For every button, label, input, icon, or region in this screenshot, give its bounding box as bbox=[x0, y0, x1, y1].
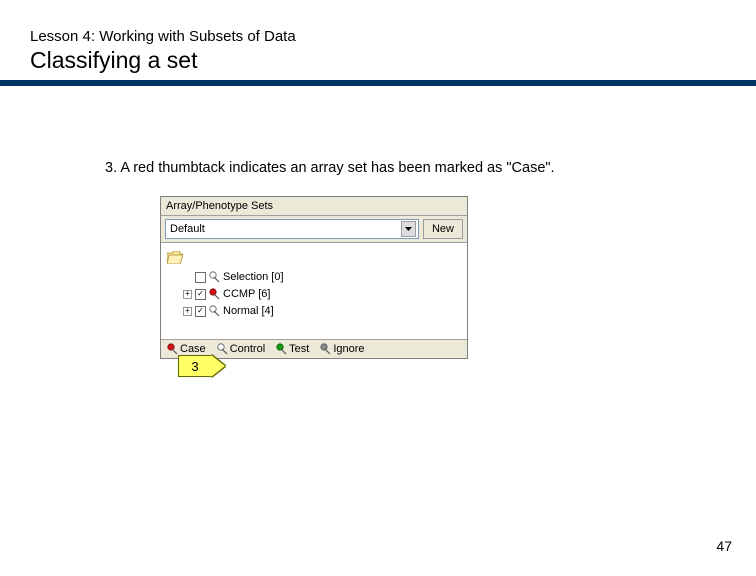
legend-label: Control bbox=[230, 343, 265, 355]
set-dropdown[interactable]: Default bbox=[165, 219, 419, 239]
legend-label: Test bbox=[289, 343, 309, 355]
tree-item[interactable]: Selection [0] bbox=[183, 269, 463, 285]
new-button[interactable]: New bbox=[423, 219, 463, 239]
page-title: Classifying a set bbox=[30, 47, 726, 74]
thumbtack-icon bbox=[217, 343, 228, 355]
tree-item-label: CCMP [6] bbox=[223, 288, 270, 300]
tree-item-label: Normal [4] bbox=[223, 305, 274, 317]
thumbtack-gray-icon bbox=[320, 343, 331, 355]
thumbtack-icon bbox=[209, 271, 220, 283]
expander-blank bbox=[183, 273, 192, 282]
legend-label: Case bbox=[180, 343, 206, 355]
expander-plus-icon[interactable]: + bbox=[183, 307, 192, 316]
header-rule bbox=[0, 80, 756, 86]
chevron-down-icon bbox=[401, 221, 416, 237]
legend-control[interactable]: Control bbox=[217, 343, 265, 355]
checkbox[interactable]: ✓ bbox=[195, 306, 206, 317]
checkbox[interactable]: ✓ bbox=[195, 289, 206, 300]
new-button-label: New bbox=[432, 223, 454, 235]
panel-title: Array/Phenotype Sets bbox=[161, 197, 467, 216]
callout-arrow: 3 bbox=[178, 355, 226, 377]
tree-view[interactable]: Selection [0] + ✓ CCMP [6] + ✓ Normal [4… bbox=[161, 243, 467, 339]
legend-ignore[interactable]: Ignore bbox=[320, 343, 364, 355]
checkbox[interactable] bbox=[195, 272, 206, 283]
thumbtack-green-icon bbox=[276, 343, 287, 355]
folder-open-icon bbox=[167, 251, 183, 264]
expander-plus-icon[interactable]: + bbox=[183, 290, 192, 299]
callout-number: 3 bbox=[178, 355, 212, 377]
page-number: 47 bbox=[716, 538, 732, 554]
thumbtack-red-icon bbox=[167, 343, 178, 355]
panel-container: Array/Phenotype Sets Default New bbox=[160, 196, 468, 359]
arrow-right-icon bbox=[211, 355, 225, 377]
array-phenotype-panel: Array/Phenotype Sets Default New bbox=[160, 196, 468, 359]
tree-root[interactable] bbox=[167, 249, 463, 265]
slide-header: Lesson 4: Working with Subsets of Data C… bbox=[0, 0, 756, 74]
thumbtack-icon bbox=[209, 305, 220, 317]
legend-case[interactable]: Case bbox=[167, 343, 206, 355]
thumbtack-red-icon bbox=[209, 288, 220, 300]
tree-item[interactable]: + ✓ CCMP [6] bbox=[183, 286, 463, 302]
tree-item-label: Selection [0] bbox=[223, 271, 284, 283]
tree-item[interactable]: + ✓ Normal [4] bbox=[183, 303, 463, 319]
dropdown-value: Default bbox=[170, 223, 205, 235]
legend-test[interactable]: Test bbox=[276, 343, 309, 355]
lesson-label: Lesson 4: Working with Subsets of Data bbox=[30, 28, 726, 45]
panel-toolbar: Default New bbox=[161, 216, 467, 243]
step-text: 3. A red thumbtack indicates an array se… bbox=[105, 160, 555, 176]
legend-label: Ignore bbox=[333, 343, 364, 355]
